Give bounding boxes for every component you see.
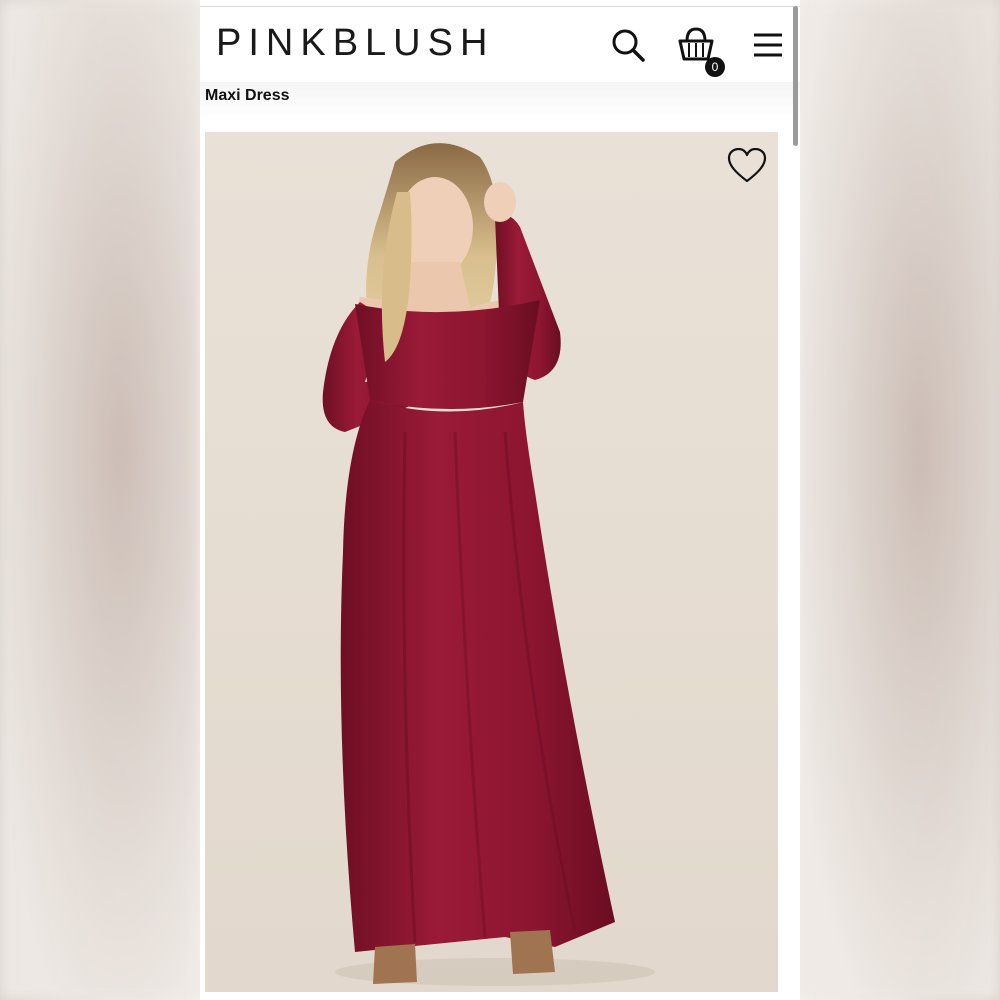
title-bar xyxy=(200,82,800,122)
hamburger-menu-icon[interactable] xyxy=(748,25,788,65)
product-image[interactable] xyxy=(205,132,778,992)
search-icon[interactable] xyxy=(608,25,648,65)
background-left-blur xyxy=(0,0,200,1000)
cart-count-badge: 0 xyxy=(705,57,725,77)
heart-icon[interactable] xyxy=(727,147,767,184)
brand-logo[interactable]: PINKBLUSH xyxy=(216,23,494,63)
background-right-blur xyxy=(800,0,1000,1000)
product-title: Maxi Dress xyxy=(205,87,290,104)
scrollbar[interactable] xyxy=(793,6,798,146)
site-header: PINKBLUSH 0 xyxy=(200,6,800,83)
mobile-viewport: PINKBLUSH 0 Maxi Dress xyxy=(200,0,800,1000)
dress-model-illustration xyxy=(322,143,655,986)
